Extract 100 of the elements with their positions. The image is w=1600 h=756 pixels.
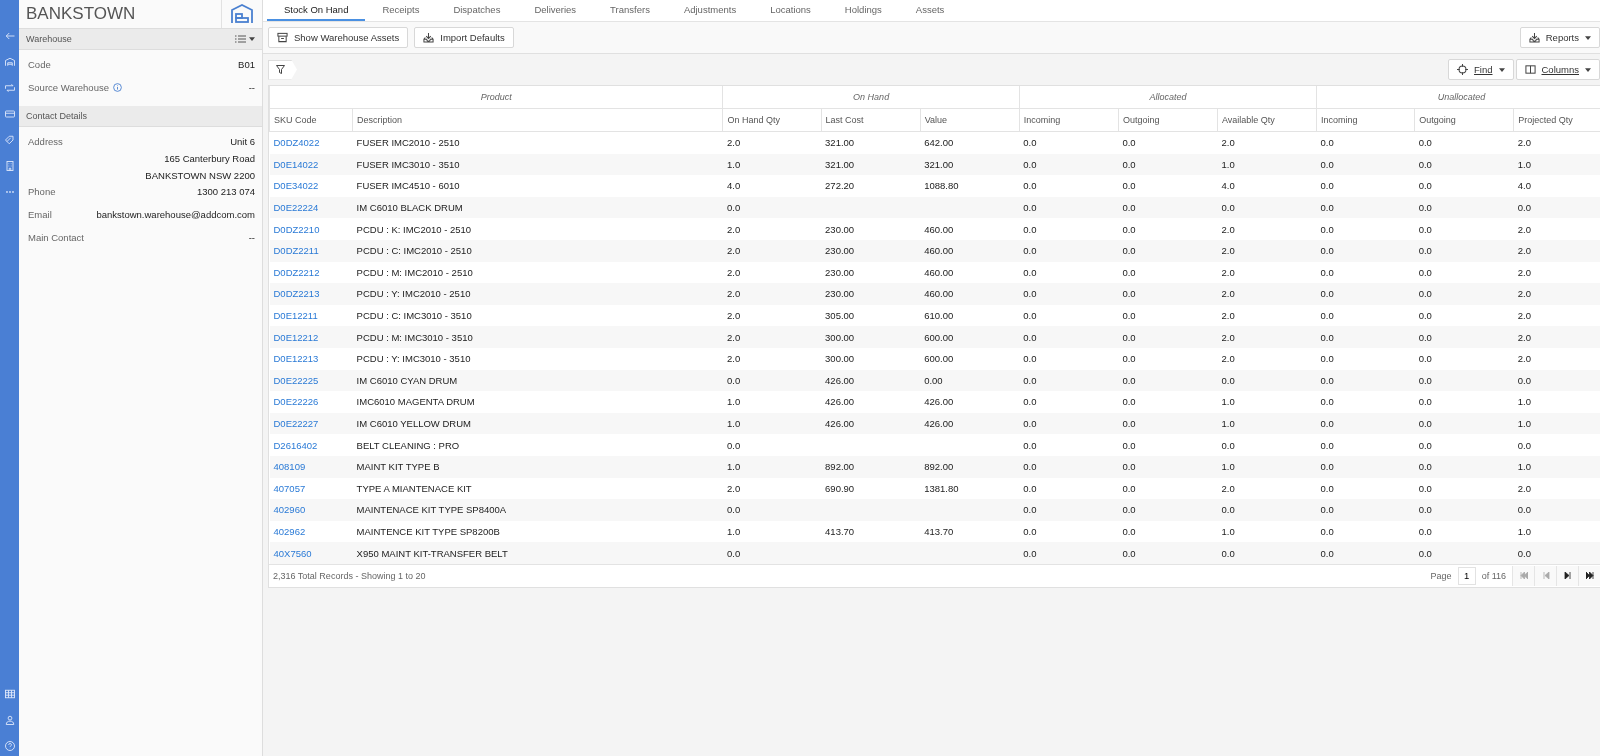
building-icon[interactable] (3, 160, 16, 172)
grid-icon[interactable] (3, 688, 16, 700)
sku-link[interactable]: D0E22226 (273, 396, 319, 408)
column-header[interactable]: Incoming (1316, 108, 1415, 132)
table-cell: 300.00 (825, 353, 855, 365)
table-cell: 2.0 (726, 482, 741, 494)
table-cell: 0.0 (1517, 439, 1531, 451)
table-cell: 0.0 (1023, 331, 1037, 343)
sku-link[interactable]: D0E34022 (273, 180, 319, 192)
warehouse-icon[interactable] (3, 56, 16, 68)
sku-link[interactable]: D0E12211 (273, 310, 318, 322)
column-header[interactable]: On Hand Qty (722, 108, 822, 132)
table-cell: 690.90 (825, 482, 855, 494)
table-cell: 1.0 (726, 461, 741, 473)
table-cell: 0.0 (726, 439, 741, 451)
records-summary: 2,316 Total Records - Showing 1 to 20 (273, 570, 426, 581)
table-cell: 2.0 (726, 266, 741, 278)
tab[interactable]: Dispatches (436, 0, 518, 21)
table-cell: 0.0 (1320, 137, 1334, 149)
table-cell: 0.0 (1320, 482, 1334, 494)
sku-link[interactable]: D0DZ2210 (273, 223, 320, 235)
help-icon[interactable] (3, 740, 16, 752)
tab[interactable]: Receipts (365, 0, 437, 21)
table-cell: 0.0 (1122, 245, 1136, 257)
field-value: 1300 213 074 (196, 186, 255, 197)
table-cell: 0.0 (1418, 331, 1432, 343)
column-header[interactable]: Value (920, 108, 1020, 132)
table-cell: 0.0 (1320, 288, 1334, 300)
table-cell: 2.0 (1221, 482, 1235, 494)
column-group-header: On Hand (722, 86, 1020, 109)
filter-button[interactable] (268, 59, 297, 80)
column-group-header: Product (269, 86, 723, 109)
table-cell: 0.0 (1320, 374, 1334, 386)
field-value: -- (248, 232, 255, 243)
page-input[interactable]: 1 (1457, 566, 1476, 585)
tab[interactable]: Holdings (827, 0, 899, 21)
tab[interactable]: Assets (898, 0, 962, 21)
table-cell: 892.00 (924, 461, 954, 473)
field-label: Code (28, 59, 51, 70)
table-cell: 0.0 (1023, 526, 1037, 537)
table-cell: 0.0 (1320, 266, 1334, 278)
toolbar-button[interactable]: Import Defaults (414, 27, 514, 48)
table-cell: 2.0 (1221, 310, 1235, 322)
list-menu-button[interactable] (235, 35, 255, 43)
table-cell: 892.00 (825, 461, 855, 473)
user-icon[interactable] (3, 714, 16, 726)
table-cell: 0.0 (1418, 158, 1432, 170)
download-tray-icon (1528, 32, 1540, 43)
table-cell: 0.0 (1122, 504, 1136, 516)
sku-link[interactable]: D0DZ4022 (273, 137, 320, 149)
table-cell: 0.0 (1122, 418, 1136, 429)
column-header[interactable]: Outgoing (1118, 108, 1218, 132)
find-button[interactable]: Find (1448, 59, 1514, 80)
info-icon[interactable] (112, 83, 122, 92)
tab[interactable]: Locations (753, 0, 828, 21)
tab[interactable]: Adjustments (666, 0, 754, 21)
table-cell: 0.0 (1418, 266, 1432, 278)
column-header[interactable]: Projected Qty (1513, 108, 1600, 132)
tag-icon[interactable] (3, 134, 16, 146)
table-cell: 1.0 (726, 526, 741, 537)
next-page-button[interactable] (1556, 565, 1578, 586)
tab[interactable]: Transfers (593, 0, 667, 21)
filter-icon (276, 65, 285, 74)
column-header[interactable]: SKU Code (269, 108, 353, 132)
sku-link[interactable]: D2616402 (273, 439, 318, 451)
sku-link[interactable]: 402962 (273, 526, 306, 537)
last-page-button[interactable] (1578, 565, 1600, 586)
columns-button[interactable]: Columns (1515, 59, 1600, 80)
table-cell: 1.0 (726, 158, 741, 170)
column-header[interactable]: Available Qty (1217, 108, 1317, 132)
table-cell: 230.00 (825, 266, 855, 278)
column-header[interactable]: Incoming (1019, 108, 1119, 132)
table-cell: 0.0 (1418, 396, 1432, 408)
first-page-button[interactable] (1512, 565, 1534, 586)
table-cell: 0.0 (1023, 310, 1037, 322)
column-header[interactable]: Outgoing (1414, 108, 1514, 132)
toolbar-button[interactable]: Show Warehouse Assets (268, 27, 409, 48)
column-header[interactable]: Last Cost (821, 108, 921, 132)
sku-link[interactable]: 407057 (273, 482, 306, 494)
table-cell: 0.0 (1122, 547, 1136, 559)
sku-link[interactable]: D0DZ2212 (273, 266, 320, 278)
table-cell: TYPE A MIANTENACE KIT (356, 482, 472, 494)
back-icon[interactable] (3, 30, 16, 42)
table-cell: 0.0 (1320, 526, 1334, 537)
field-value: Unit 6 (230, 136, 255, 147)
caret-icon (1585, 35, 1591, 40)
table-cell: 2.0 (1221, 288, 1235, 300)
tab[interactable]: Deliveries (517, 0, 594, 21)
column-header[interactable]: Description (352, 108, 723, 132)
table-cell: 0.0 (1418, 288, 1432, 300)
table-cell: 0.0 (1320, 396, 1334, 408)
transfer-icon[interactable] (3, 82, 16, 94)
sku-link[interactable]: D0E12213 (273, 353, 319, 365)
table-cell: 2.0 (1517, 223, 1531, 235)
table-cell: 0.0 (1221, 202, 1235, 214)
table-cell: 2.0 (1221, 137, 1235, 149)
table-cell: 0.0 (1221, 374, 1235, 386)
card-icon[interactable] (3, 108, 16, 120)
table-cell: 0.0 (1320, 504, 1334, 516)
reports-button[interactable]: Reports (1519, 27, 1600, 48)
